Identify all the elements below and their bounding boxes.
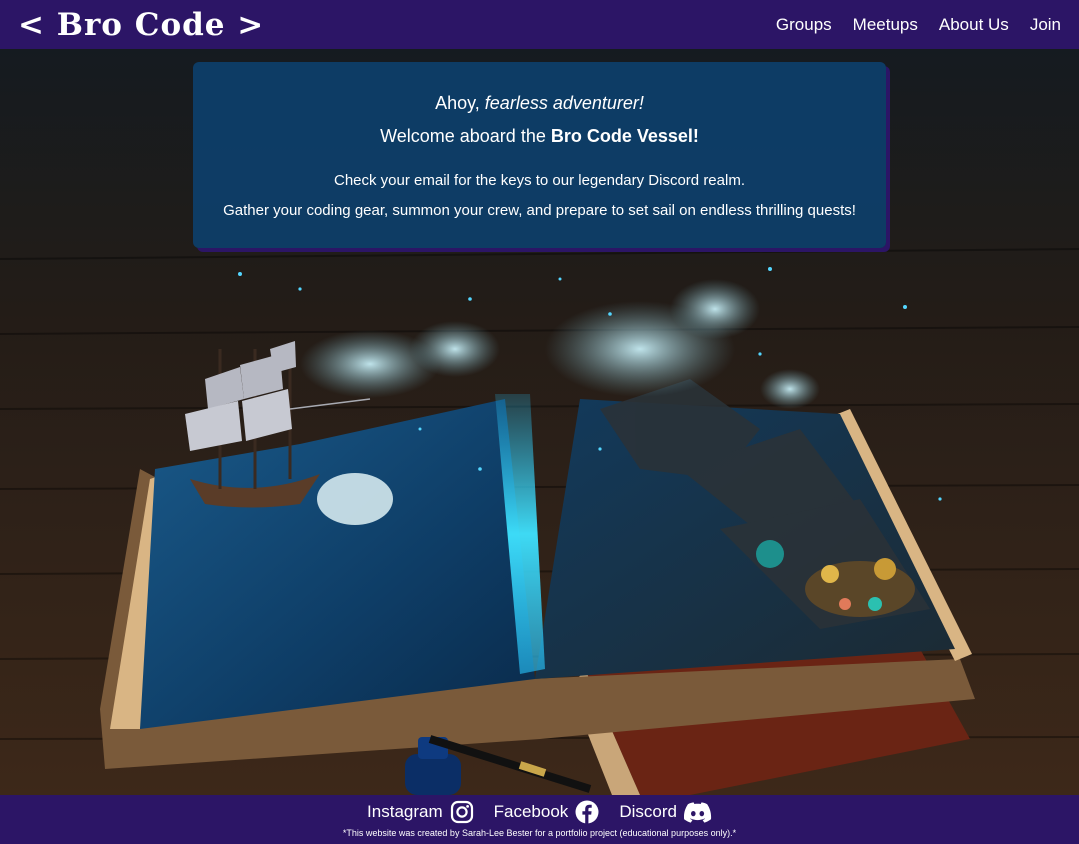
discord-link[interactable]: Discord xyxy=(619,800,712,824)
quest-instruction: Gather your coding gear, summon your cre… xyxy=(223,202,856,219)
discord-label: Discord xyxy=(619,802,677,821)
greeting-emphasis: fearless adventurer! xyxy=(484,93,644,113)
welcome-line: Welcome aboard the Bro Code Vessel! xyxy=(193,126,886,147)
nav-link-about-us[interactable]: About Us xyxy=(939,15,1009,35)
top-navbar: < Bro Code > Groups Meetups About Us Joi… xyxy=(0,0,1079,49)
nav-link-join[interactable]: Join xyxy=(1030,15,1061,35)
welcome-card: Ahoy, fearless adventurer! Welcome aboar… xyxy=(193,62,886,248)
footer: Instagram Facebook Discord *This website… xyxy=(0,795,1079,844)
facebook-link[interactable]: Facebook xyxy=(494,800,600,824)
email-instruction: Check your email for the keys to our leg… xyxy=(333,172,745,189)
main-nav: Groups Meetups About Us Join xyxy=(776,15,1061,35)
nav-link-groups[interactable]: Groups xyxy=(776,15,832,35)
discord-icon xyxy=(683,802,712,823)
facebook-label: Facebook xyxy=(493,802,569,821)
greeting-prefix: Ahoy, xyxy=(435,93,485,113)
footer-credit: *This website was created by Sarah-Lee B… xyxy=(342,828,737,838)
instagram-label: Instagram xyxy=(367,802,443,821)
brand-logo[interactable]: < Bro Code > xyxy=(18,7,264,43)
welcome-prefix: Welcome aboard the xyxy=(380,126,551,146)
nav-link-meetups[interactable]: Meetups xyxy=(853,15,918,35)
instagram-icon xyxy=(450,800,473,824)
instagram-link[interactable]: Instagram xyxy=(367,800,474,824)
social-links: Instagram Facebook Discord xyxy=(0,800,1079,824)
facebook-icon xyxy=(575,800,599,824)
vessel-name: Bro Code Vessel! xyxy=(550,126,699,146)
greeting-line: Ahoy, fearless adventurer! xyxy=(193,93,886,114)
